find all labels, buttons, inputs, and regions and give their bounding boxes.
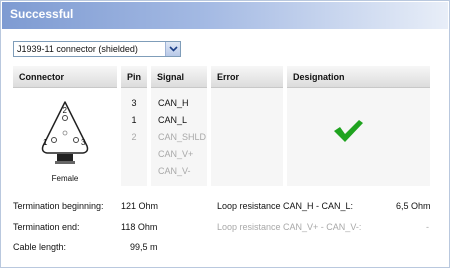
signal-cell: CAN_H bbox=[158, 98, 189, 108]
loop-resistance-v-label: Loop resistance CAN_V+ - CAN_V-: bbox=[217, 222, 362, 232]
loop-resistance-v-value: - bbox=[426, 222, 429, 232]
signal-cell: CAN_V- bbox=[158, 166, 191, 176]
chevron-down-icon bbox=[169, 46, 178, 52]
termination-beginning-label: Termination beginning: bbox=[13, 201, 104, 211]
pin-cell: 3 bbox=[131, 98, 137, 108]
pin-column: Pin 3 1 2 bbox=[121, 66, 147, 186]
termination-end-value: 118 Ohm bbox=[121, 222, 158, 232]
pin-cell: 1 bbox=[131, 115, 137, 125]
checkmark-icon bbox=[334, 120, 363, 142]
loop-resistance-can-value: 6,5 Ohm bbox=[396, 201, 431, 211]
signal-column-header: Signal bbox=[151, 66, 207, 88]
connector-diagram: 2 1 3 Female bbox=[13, 88, 117, 186]
signal-column: Signal CAN_H CAN_L CAN_SHLD CAN_V+ CAN_V… bbox=[151, 66, 207, 186]
error-header-label: Error bbox=[217, 72, 240, 82]
cable-length-label: Cable length: bbox=[13, 242, 67, 252]
connector-gender-label: Female bbox=[51, 174, 79, 183]
connector-type-select[interactable]: J1939-11 connector (shielded) bbox=[13, 41, 181, 57]
pin-header-label: Pin bbox=[127, 72, 142, 82]
signal-cell: CAN_L bbox=[158, 115, 188, 125]
termination-beginning-value: 121 Ohm bbox=[121, 201, 159, 211]
cable-length-value: 99,5 m bbox=[130, 242, 158, 252]
connector-header-label: Connector bbox=[19, 72, 64, 82]
signal-header-label: Signal bbox=[157, 72, 185, 82]
status-title: Successful bbox=[10, 7, 74, 21]
signal-cell: CAN_SHLD bbox=[158, 132, 207, 142]
termination-end-label: Termination end: bbox=[13, 222, 80, 232]
pin-column-header: Pin bbox=[121, 66, 147, 88]
designation-header-label: Designation bbox=[293, 72, 345, 82]
connector-type-value: J1939-11 connector (shielded) bbox=[17, 44, 138, 54]
pin-label-2: 2 bbox=[63, 106, 68, 115]
connector-pinout-icon: 2 1 3 bbox=[41, 101, 89, 164]
signal-cell: CAN_V+ bbox=[158, 149, 194, 159]
pin-label-3: 3 bbox=[81, 138, 86, 147]
designation-column: Designation bbox=[287, 66, 430, 186]
test-result-panel: Successful J1939-11 connector (shielded)… bbox=[0, 0, 450, 268]
loop-resistance-can-label: Loop resistance CAN_H - CAN_L: bbox=[217, 201, 354, 211]
dropdown-button[interactable] bbox=[165, 42, 180, 56]
error-column: Error bbox=[211, 66, 283, 186]
designation-column-header: Designation bbox=[287, 66, 430, 88]
title-bar: Successful bbox=[2, 2, 448, 29]
pin-label-1: 1 bbox=[43, 138, 48, 147]
connector-column: Connector 2 1 3 Female bbox=[13, 66, 117, 186]
connector-column-header: Connector bbox=[13, 66, 117, 88]
error-column-header: Error bbox=[211, 66, 283, 88]
pin-cell: 2 bbox=[131, 132, 137, 142]
